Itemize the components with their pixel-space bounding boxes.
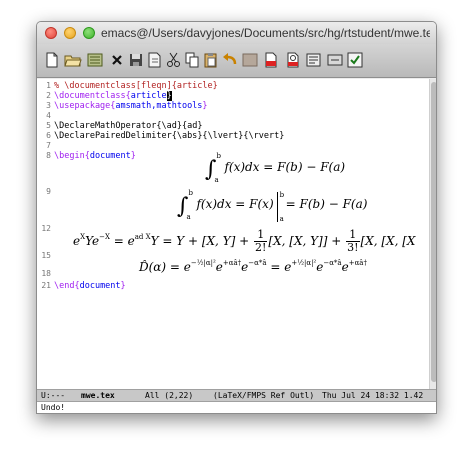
line-number: 18 — [41, 269, 51, 278]
view-pdf-icon[interactable] — [284, 51, 302, 69]
code-line: % \documentclass[fleqn]{article} — [54, 81, 218, 91]
code-line: \begin{document} — [54, 151, 136, 161]
line-number: 5 — [46, 121, 51, 130]
text-cursor: } — [166, 91, 172, 101]
code-line: \end{document} — [54, 281, 126, 291]
line-number: 2 — [46, 91, 51, 100]
save-icon[interactable] — [127, 51, 145, 69]
close-window-button[interactable] — [45, 27, 57, 39]
line-number: 7 — [46, 141, 51, 150]
line-number: 4 — [46, 111, 51, 120]
modeline-buffer-name[interactable]: mwe.tex — [81, 391, 115, 400]
undo-icon[interactable] — [221, 51, 239, 69]
spell-check-icon[interactable] — [305, 51, 323, 69]
line-number: 21 — [41, 281, 51, 290]
preferences-icon[interactable] — [241, 51, 259, 69]
modeline-datetime: Thu Jul 24 18:32 1.42 — [322, 391, 424, 400]
open-folder-icon[interactable] — [64, 51, 82, 69]
help-icon[interactable] — [326, 51, 344, 69]
modeline-position: All (2,22) — [145, 391, 194, 400]
equation-preview-3: eXYe−X = ead XY = Y + [X, Y] + 1 2! [X, [X… — [73, 228, 416, 254]
window-title: emacs@/Users/davyjones/Documents/src/hg/… — [101, 26, 430, 40]
paste-icon[interactable] — [202, 51, 220, 69]
minibuffer[interactable]: Undo! — [37, 402, 436, 413]
scrollbar-thumb[interactable] — [431, 82, 436, 382]
zoom-window-button[interactable] — [83, 27, 95, 39]
latex-pdf-icon[interactable] — [262, 51, 280, 69]
equation-preview-2: ∫ b a f(x)dx = F(x) b a = F(b) − F(a) — [177, 189, 368, 223]
equation-preview-1: ∫ b a f(x)dx = F(b) − F(a) — [205, 152, 346, 184]
title-bar: emacs@/Users/davyjones/Documents/src/hg/… — [37, 22, 436, 44]
line-number: 8 — [46, 151, 51, 160]
code-line: \DeclarePairedDelimiter{\abs}{\lvert}{\r… — [54, 131, 285, 141]
line-number: 9 — [46, 187, 51, 196]
new-file-icon[interactable] — [43, 51, 61, 69]
save-as-icon[interactable] — [146, 51, 164, 69]
toolbar — [37, 44, 436, 78]
mode-line: U:--- mwe.tex All (2,22) (LaTeX/FMPS Ref… — [37, 389, 436, 402]
emacs-window: emacs@/Users/davyjones/Documents/src/hg/… — [36, 21, 437, 414]
code-line: \documentclass{article} — [54, 91, 172, 101]
line-number: 3 — [46, 101, 51, 110]
line-number: 1 — [46, 81, 51, 90]
vertical-scrollbar[interactable] — [429, 79, 436, 389]
cut-icon[interactable] — [165, 51, 183, 69]
dired-icon[interactable] — [86, 51, 104, 69]
modeline-major-mode[interactable]: (LaTeX/FMPS Ref Outl) — [213, 391, 314, 400]
info-icon[interactable] — [346, 51, 364, 69]
line-number: 6 — [46, 131, 51, 140]
line-number: 15 — [41, 251, 51, 260]
equation-preview-4: D̂(α) = e−½|α|²e+αâ†e−α*â = e+½|α|²e−α*â… — [139, 259, 367, 274]
code-line: \DeclareMathOperator{\ad}{ad} — [54, 121, 203, 131]
line-number: 12 — [41, 224, 51, 233]
close-buffer-icon[interactable] — [108, 51, 126, 69]
editor-buffer[interactable]: 1 % \documentclass[fleqn]{article} 2 \do… — [37, 79, 429, 389]
modeline-status: U:--- — [41, 391, 66, 400]
code-line: \usepackage{amsmath,mathtools} — [54, 101, 208, 111]
minimize-window-button[interactable] — [64, 27, 76, 39]
copy-icon[interactable] — [183, 51, 201, 69]
